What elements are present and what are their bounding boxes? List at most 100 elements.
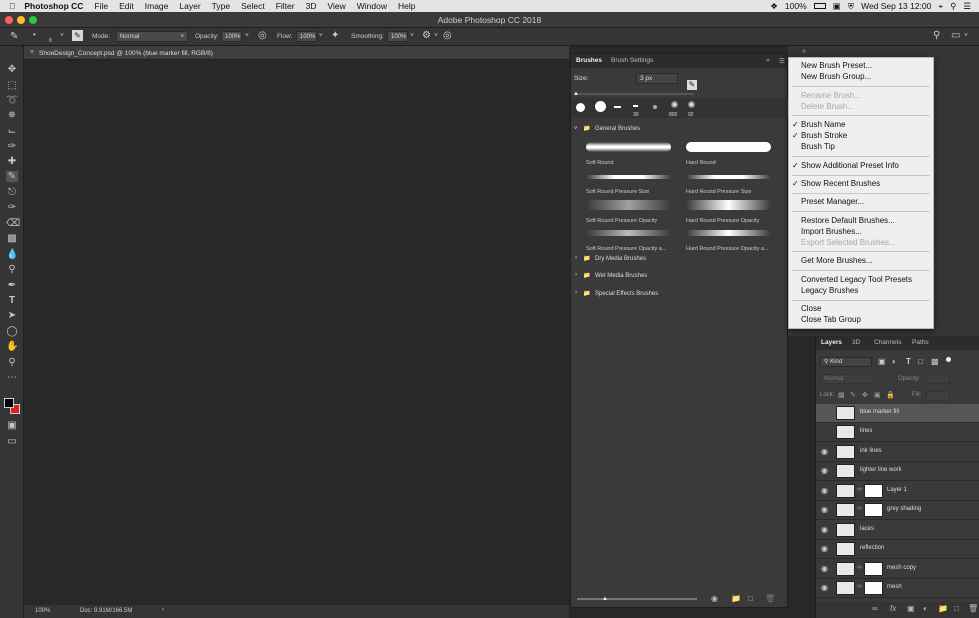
app-menu[interactable]: Photoshop CC bbox=[24, 1, 83, 11]
filter-adjustment-icon[interactable]: ◐ bbox=[892, 357, 897, 366]
menu-item-close[interactable]: Close bbox=[801, 304, 821, 313]
layer-row[interactable]: ◉ lighter line work bbox=[816, 462, 979, 481]
brush-group-general[interactable]: ˅ 📁 General Brushes bbox=[571, 124, 789, 135]
brush-preset-hard-round-pressure-opacity[interactable]: Hard Round Pressure Opacity bbox=[681, 196, 779, 224]
menu-item-brush-stroke[interactable]: ✓ Brush Stroke bbox=[792, 131, 847, 140]
dodge-tool-icon[interactable]: ⚲ bbox=[6, 264, 18, 275]
chevron-down-icon[interactable]: ˅ bbox=[60, 32, 64, 39]
size-slider[interactable] bbox=[574, 93, 694, 95]
menu-item-restore-default-brushes[interactable]: Restore Default Brushes... bbox=[801, 216, 895, 225]
collapse-panel-icon[interactable]: » bbox=[766, 57, 770, 64]
pen-tool-icon[interactable]: ✒ bbox=[6, 280, 18, 291]
opacity-field[interactable]: 100% bbox=[221, 31, 242, 42]
battery-icon[interactable] bbox=[813, 3, 826, 9]
menu-item-preset-manager[interactable]: Preset Manager... bbox=[801, 197, 864, 206]
pressure-size-icon[interactable]: ◎ bbox=[443, 30, 452, 41]
menu-layer[interactable]: Layer bbox=[179, 1, 200, 11]
menu-item-close-tab-group[interactable]: Close Tab Group bbox=[801, 315, 861, 324]
menu-item-get-more-brushes[interactable]: Get More Brushes... bbox=[801, 256, 873, 265]
layer-mask-thumbnail[interactable] bbox=[864, 503, 883, 517]
brush-preset-hard-round-pressure-size[interactable]: Hard Round Pressure Size bbox=[681, 167, 779, 195]
lock-position-icon[interactable]: ✥ bbox=[862, 391, 868, 399]
recent-brush-tip[interactable] bbox=[633, 105, 638, 107]
menu-view[interactable]: View bbox=[327, 1, 345, 11]
close-tab-icon[interactable]: × bbox=[30, 49, 34, 56]
new-group-icon[interactable]: 📁 bbox=[938, 604, 948, 613]
gradient-tool-icon[interactable]: ▩ bbox=[6, 233, 18, 244]
layer-row[interactable]: blue marker fill bbox=[816, 404, 979, 423]
recent-brush-tip[interactable] bbox=[614, 106, 621, 108]
shield-icon[interactable]: ⛨ bbox=[848, 1, 854, 12]
layer-row[interactable]: ◉ ∞ Layer 1 bbox=[816, 482, 979, 501]
layer-row[interactable]: lines bbox=[816, 423, 979, 442]
layer-row[interactable]: ◉ ∞ mesh bbox=[816, 579, 979, 598]
wifi-icon[interactable]: ⌖ bbox=[938, 1, 943, 12]
chevron-down-icon[interactable]: ˅ bbox=[964, 32, 968, 39]
delete-brush-icon[interactable]: 🗑 bbox=[765, 594, 775, 603]
brush-preset-soft-round-pressure-size[interactable]: Soft Round Pressure Size bbox=[581, 167, 679, 195]
history-brush-tool-icon[interactable]: ✑ bbox=[6, 202, 18, 213]
ellipse-tool-icon[interactable]: ◯ bbox=[6, 326, 18, 337]
menu-item-new-brush-group[interactable]: New Brush Group... bbox=[801, 72, 871, 81]
document-canvas[interactable] bbox=[24, 60, 569, 605]
new-layer-icon[interactable]: □ bbox=[954, 604, 959, 613]
menu-filter[interactable]: Filter bbox=[276, 1, 295, 11]
menu-help[interactable]: Help bbox=[398, 1, 415, 11]
panel-menu-icon[interactable]: ☰ bbox=[779, 57, 785, 65]
airplay-icon[interactable]: ▣ bbox=[833, 1, 841, 12]
menu-window[interactable]: Window bbox=[357, 1, 387, 11]
clone-stamp-tool-icon[interactable]: ⎋ bbox=[6, 187, 18, 198]
tab-brushes[interactable]: Brushes bbox=[576, 57, 602, 64]
airbrush-icon[interactable]: ✦ bbox=[331, 30, 339, 41]
collapse-dock-icon[interactable]: » bbox=[802, 48, 806, 55]
layer-mask-thumbnail[interactable] bbox=[864, 562, 883, 576]
recent-brush-tip[interactable] bbox=[671, 101, 678, 108]
blend-mode-select[interactable]: Normal bbox=[820, 374, 874, 384]
brush-preset-soft-round[interactable]: Soft Round bbox=[581, 138, 679, 166]
preview-size-slider[interactable] bbox=[577, 598, 697, 600]
size-field[interactable]: 3 px bbox=[636, 73, 678, 84]
brush-preset-hard-round[interactable]: Hard Round bbox=[681, 138, 779, 166]
visibility-eye-icon[interactable]: ◉ bbox=[821, 584, 830, 592]
brush-preset-soft-round-pressure-opacity-alt[interactable]: Soft Round Pressure Opacity a... bbox=[581, 224, 679, 252]
recent-brush-tip[interactable] bbox=[688, 101, 695, 108]
visibility-eye-icon[interactable]: ◉ bbox=[821, 545, 830, 553]
blur-tool-icon[interactable]: 💧 bbox=[6, 249, 18, 260]
menu-item-new-brush-preset[interactable]: New Brush Preset... bbox=[801, 61, 872, 70]
visibility-eye-icon[interactable]: ◉ bbox=[821, 467, 830, 475]
filter-smart-object-icon[interactable]: ▩ bbox=[931, 357, 939, 366]
new-brush-icon[interactable]: □ bbox=[748, 594, 753, 603]
foreground-color-swatch[interactable] bbox=[4, 398, 14, 408]
visibility-eye-icon[interactable]: ◉ bbox=[821, 506, 830, 514]
apple-menu-icon[interactable]:  bbox=[9, 1, 15, 11]
new-group-icon[interactable]: 📁 bbox=[731, 594, 741, 603]
delete-layer-icon[interactable]: 🗑 bbox=[968, 604, 978, 613]
flow-field[interactable]: 100% bbox=[296, 31, 317, 42]
document-tab[interactable]: × ShoeDesign_Concept.psd @ 100% (blue ma… bbox=[24, 46, 569, 60]
menu-item-delete-brush[interactable]: Delete Brush... bbox=[801, 102, 854, 111]
menu-item-rename-brush[interactable]: Rename Brush... bbox=[801, 91, 861, 100]
layer-mask-thumbnail[interactable] bbox=[864, 581, 883, 595]
menu-3d[interactable]: 3D bbox=[306, 1, 317, 11]
list-icon[interactable]: ☰ bbox=[963, 1, 971, 12]
chevron-right-icon[interactable]: › bbox=[162, 607, 164, 613]
layer-row[interactable]: ◉ reflection bbox=[816, 540, 979, 559]
lock-artboard-icon[interactable]: ▣ bbox=[874, 391, 881, 399]
more-tools-icon[interactable]: ⋯ bbox=[6, 372, 18, 383]
gear-icon[interactable]: ⚙ bbox=[422, 30, 431, 41]
lock-all-icon[interactable]: 🔒 bbox=[886, 391, 895, 399]
mode-select[interactable]: Normal ˅ bbox=[116, 31, 188, 42]
size-slider-handle[interactable]: ▲ bbox=[573, 91, 579, 97]
menu-item-brush-tip[interactable]: Brush Tip bbox=[801, 142, 835, 151]
tab-layers[interactable]: Layers bbox=[821, 339, 842, 346]
menu-select[interactable]: Select bbox=[241, 1, 265, 11]
menu-item-legacy-brushes[interactable]: Legacy Brushes bbox=[801, 286, 858, 295]
add-mask-icon[interactable]: ▣ bbox=[907, 604, 915, 613]
marquee-tool-icon[interactable]: ⬚ bbox=[6, 80, 18, 91]
visibility-eye-icon[interactable]: ◉ bbox=[821, 526, 830, 534]
pressure-opacity-icon[interactable]: ◎ bbox=[258, 30, 267, 41]
search-icon[interactable]: ⚲ bbox=[950, 1, 956, 12]
filter-pixel-icon[interactable]: ▣ bbox=[878, 357, 886, 366]
layer-row[interactable]: ◉ laces bbox=[816, 521, 979, 540]
brush-settings-toggle-icon[interactable]: ✎ bbox=[72, 30, 83, 41]
